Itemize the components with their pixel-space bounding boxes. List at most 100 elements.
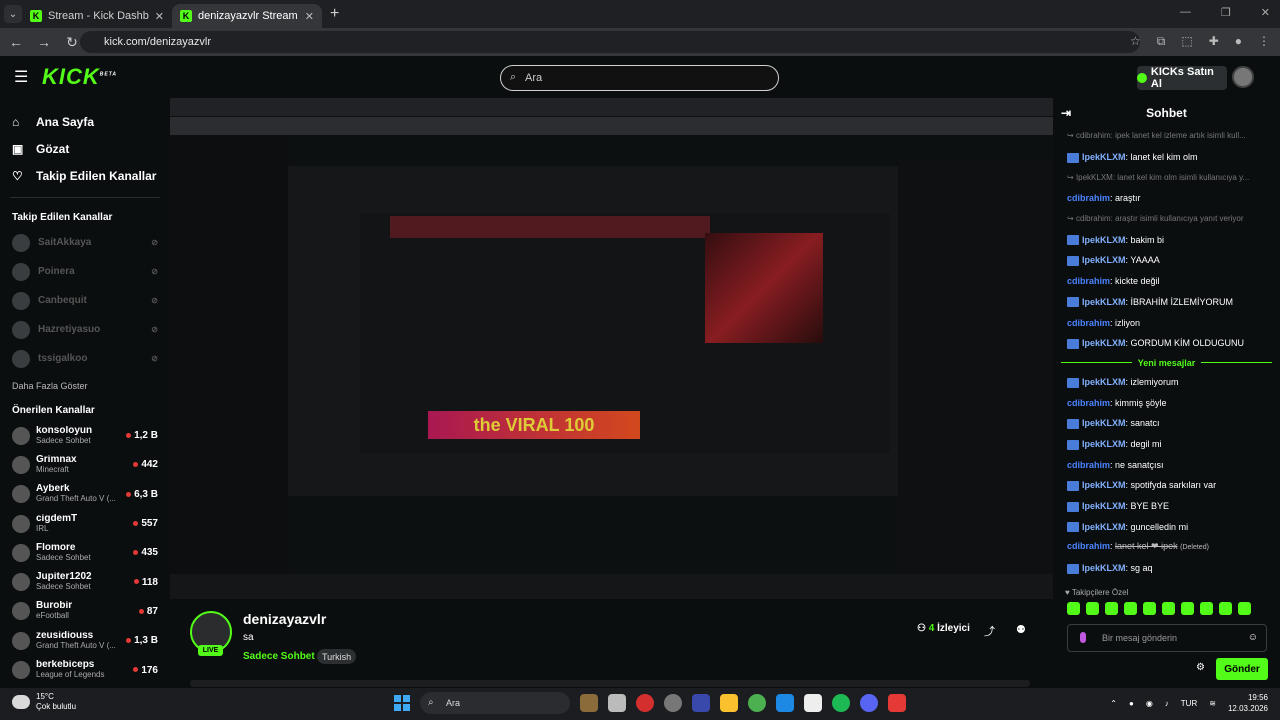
- chat-username[interactable]: cdibrahim: [1067, 193, 1110, 203]
- kick-logo[interactable]: KICKBETA: [42, 64, 117, 90]
- app-icon[interactable]: [888, 694, 906, 712]
- chat-username[interactable]: IpekKLXM: [1082, 480, 1126, 490]
- emote-icon[interactable]: [1181, 602, 1194, 615]
- windows-start-icon[interactable]: [394, 695, 410, 711]
- steam-icon[interactable]: [776, 694, 794, 712]
- emote-icon[interactable]: [1086, 602, 1099, 615]
- hamburger-menu-icon[interactable]: ☰: [14, 67, 30, 87]
- chat-message[interactable]: IpekKLXM: YAAAA: [1053, 250, 1280, 271]
- task-view-icon[interactable]: [580, 694, 598, 712]
- followed-channel[interactable]: Canbequit ⊘: [0, 286, 170, 315]
- recommended-channel[interactable]: Jupiter1202 Sadece Sohbet 118: [0, 567, 170, 596]
- maximize-icon[interactable]: ❐: [1221, 6, 1231, 19]
- sidebar-item-following[interactable]: ♡ Takip Edilen Kanallar: [0, 162, 170, 189]
- chat-message[interactable]: IpekKLXM: sg aq: [1053, 558, 1280, 579]
- chat-message[interactable]: cdibrahim: izliyon: [1053, 312, 1280, 333]
- sidebar-item-home[interactable]: ⌂ Ana Sayfa: [0, 108, 170, 135]
- opera-icon[interactable]: [636, 694, 654, 712]
- recommended-channel[interactable]: Flomore Sadece Sohbet 435: [0, 538, 170, 567]
- chat-message[interactable]: IpekKLXM: sanatcı: [1053, 413, 1280, 434]
- new-tab-button[interactable]: +: [330, 5, 339, 23]
- followed-channel[interactable]: Poinera ⊘: [0, 257, 170, 286]
- close-window-icon[interactable]: ✕: [1261, 6, 1270, 19]
- spotify-icon[interactable]: [832, 694, 850, 712]
- reply-preview[interactable]: ↪ IpekKLXM: lanet kel kim olm isimli kul…: [1053, 167, 1280, 188]
- emote-icon[interactable]: [1105, 602, 1118, 615]
- reply-preview[interactable]: ↪ cdibrahim: araştır isimli kullanıcıya …: [1053, 209, 1280, 230]
- chat-message[interactable]: IpekKLXM: izlemiyorum: [1053, 372, 1280, 393]
- chat-message[interactable]: IpekKLXM: İBRAHİM İZLEMİYORUM: [1053, 292, 1280, 313]
- browser-tab-dashboard[interactable]: K Stream - Kick Dashboard ✕: [22, 4, 172, 28]
- taskbar-search-input[interactable]: ⌕ Ara: [420, 692, 570, 714]
- chat-message[interactable]: cdibrahim: ne sanatçısı: [1053, 454, 1280, 475]
- emote-icon[interactable]: [1238, 602, 1251, 615]
- url-field[interactable]: kick.com/denizayazvlr: [80, 31, 1140, 53]
- video-player[interactable]: the VIRAL 100: [170, 98, 1053, 599]
- tab-search-button[interactable]: ⌄: [4, 5, 22, 23]
- recommended-channel[interactable]: konsoloyun Sadece Sohbet 1,2 B: [0, 421, 170, 450]
- emote-icon[interactable]: [1219, 602, 1232, 615]
- chat-message[interactable]: IpekKLXM: lanet kel kim olm: [1053, 147, 1280, 168]
- mic-icon[interactable]: ♪: [1165, 699, 1169, 708]
- gear-icon[interactable]: ⚙: [1196, 662, 1205, 673]
- buy-kicks-button[interactable]: KICKs Satın Al: [1137, 66, 1227, 90]
- back-icon[interactable]: ←: [4, 34, 28, 50]
- discord-icon[interactable]: [860, 694, 878, 712]
- collapse-chat-icon[interactable]: ⇥: [1061, 106, 1071, 120]
- channel-name[interactable]: denizayazvlr: [243, 611, 326, 627]
- chat-username[interactable]: IpekKLXM: [1082, 338, 1126, 348]
- show-more-link[interactable]: Daha Fazla Göster: [0, 373, 170, 399]
- followed-channel[interactable]: Hazretiyasuo ⊘: [0, 315, 170, 344]
- emote-icon[interactable]: [1162, 602, 1175, 615]
- tray-app-icon[interactable]: ●: [1129, 699, 1134, 708]
- chat-username[interactable]: cdibrahim: [1067, 276, 1110, 286]
- close-icon[interactable]: ✕: [155, 10, 164, 23]
- chat-message[interactable]: IpekKLXM: spotifyda sarkıları var: [1053, 475, 1280, 496]
- chat-username[interactable]: cdibrahim: [1067, 398, 1110, 408]
- emote-icon[interactable]: [1067, 602, 1080, 615]
- chat-username[interactable]: IpekKLXM: [1082, 297, 1126, 307]
- minimize-icon[interactable]: —: [1180, 6, 1191, 19]
- chat-username[interactable]: IpekKLXM: [1082, 152, 1126, 162]
- emote-icon[interactable]: [1200, 602, 1213, 615]
- chat-message[interactable]: cdibrahim: kimmiş şöyle: [1053, 392, 1280, 413]
- chat-username[interactable]: IpekKLXM: [1082, 418, 1126, 428]
- chat-username[interactable]: IpekKLXM: [1082, 255, 1126, 265]
- menu-kebab-icon[interactable]: ⋮: [1258, 34, 1270, 49]
- emote-icon[interactable]: [1143, 602, 1156, 615]
- chat-message[interactable]: cdibrahim: kickte değil: [1053, 271, 1280, 292]
- chat-username[interactable]: cdibrahim: [1067, 541, 1110, 551]
- language-indicator[interactable]: TUR: [1181, 699, 1197, 708]
- extensions-puzzle-icon[interactable]: ✚: [1209, 34, 1219, 49]
- recommended-channel[interactable]: Grimnax Minecraft 442: [0, 450, 170, 479]
- file-icon[interactable]: [608, 694, 626, 712]
- horizontal-scrollbar[interactable]: [190, 680, 1030, 687]
- follow-icon[interactable]: ⚉: [1016, 623, 1026, 636]
- emote-icon[interactable]: [1124, 602, 1137, 615]
- close-icon[interactable]: ✕: [305, 10, 314, 23]
- chat-message[interactable]: cdibrahim: araştır: [1053, 188, 1280, 209]
- stream-category[interactable]: Sadece Sohbet: [243, 651, 315, 662]
- chat-username[interactable]: IpekKLXM: [1082, 522, 1126, 532]
- chat-message[interactable]: IpekKLXM: degil mi: [1053, 434, 1280, 455]
- reply-preview[interactable]: ↪ cdibrahim: ipek lanet kel izleme artık…: [1053, 126, 1280, 147]
- language-tag[interactable]: Turkish: [317, 649, 357, 664]
- user-avatar[interactable]: [1232, 66, 1254, 88]
- bookmark-star-icon[interactable]: ☆: [1130, 34, 1141, 49]
- chat-message[interactable]: IpekKLXM: bakim bi: [1053, 229, 1280, 250]
- translate-icon[interactable]: ⧉: [1157, 34, 1166, 49]
- sidebar-item-browse[interactable]: ▣ Gözat: [0, 135, 170, 162]
- chat-message[interactable]: cdibrahim: lanet kel ❤ ipek (Deleted): [1053, 537, 1280, 558]
- emoji-icon[interactable]: ☺: [1248, 632, 1258, 643]
- chat-message[interactable]: IpekKLXM: guncelledin mi: [1053, 516, 1280, 537]
- recommended-channel[interactable]: Burobir eFootball 87: [0, 597, 170, 626]
- app-icon[interactable]: [692, 694, 710, 712]
- extension-icon[interactable]: ⬚: [1181, 34, 1192, 49]
- chat-username[interactable]: IpekKLXM: [1082, 439, 1126, 449]
- discord-tray-icon[interactable]: ◉: [1146, 699, 1153, 708]
- capcut-icon[interactable]: [804, 694, 822, 712]
- weather-widget[interactable]: 15°C Çok bulutlu: [12, 692, 76, 712]
- app-icon[interactable]: [664, 694, 682, 712]
- chat-username[interactable]: IpekKLXM: [1082, 501, 1126, 511]
- recommended-channel[interactable]: zeusidiouss Grand Theft Auto V (... 1,3 B: [0, 626, 170, 655]
